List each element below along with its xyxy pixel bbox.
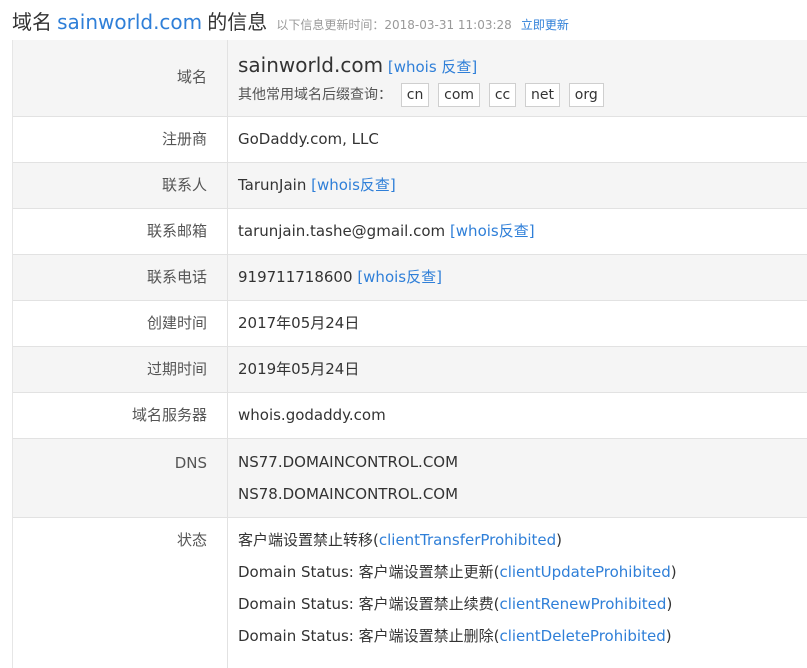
row-label: 联系人 [161, 176, 207, 194]
status-code-link[interactable]: clientUpdateProhibited [499, 563, 670, 581]
page-header: 域名 sainworld.com 的信息 以下信息更新时间：2018-03-31… [12, 6, 569, 36]
suffix-net[interactable]: net [525, 83, 560, 107]
status-text: ) [670, 563, 677, 581]
status-text: Domain Status: 客户端设置禁止续费( [238, 595, 500, 613]
update-now-link[interactable]: 立即更新 [521, 18, 569, 32]
status-line: 客户端设置禁止转移(clientTransferProhibited) [238, 524, 807, 556]
row-label: DNS [174, 454, 207, 472]
expires-value: 2019年05月24日 [227, 347, 807, 392]
status-line: Domain Status: 客户端设置禁止删除(clientDeletePro… [238, 620, 807, 652]
row-status: 状态 客户端设置禁止转移(clientTransferProhibited) D… [13, 518, 807, 668]
suffix-org[interactable]: org [568, 83, 604, 107]
suffix-cc[interactable]: cc [488, 83, 517, 107]
email-whois-link[interactable]: [whois反查] [450, 222, 535, 240]
header-domain: sainworld.com [57, 10, 203, 34]
status-text: ) [665, 627, 672, 645]
contact-value: TarunJain [238, 176, 307, 194]
row-label: 联系邮箱 [146, 222, 207, 240]
row-registrar: 注册商 GoDaddy.com, LLC [13, 117, 807, 163]
dns-server-1: NS77.DOMAINCONTROL.COM [238, 453, 459, 471]
row-whois-server: 域名服务器 whois.godaddy.com [13, 393, 807, 439]
row-label: 域名服务器 [131, 406, 207, 424]
status-line: Domain Status: 客户端设置禁止更新(clientUpdatePro… [238, 556, 807, 588]
row-label: 注册商 [161, 130, 207, 148]
row-label: 状态 [176, 531, 207, 549]
suffix-query-label: 其他常用域名后缀查询： [238, 87, 392, 103]
row-label: 域名 [176, 68, 207, 86]
suffix-cn[interactable]: cn [400, 83, 430, 107]
update-time: 以下信息更新时间：2018-03-31 11:03:28 [276, 18, 512, 32]
row-value: sainworld.com [whois 反查] 其他常用域名后缀查询： cn … [227, 40, 807, 116]
phone-whois-link[interactable]: [whois反查] [357, 268, 442, 286]
status-text: ) [556, 531, 563, 549]
suffix-com[interactable]: com [438, 83, 481, 107]
row-phone: 联系电话 919711718600 [whois反查] [13, 255, 807, 301]
whois-server-value: whois.godaddy.com [227, 393, 807, 438]
status-code-link[interactable]: clientDeleteProhibited [499, 627, 665, 645]
whois-reverse-link[interactable]: [whois 反查] [388, 58, 477, 76]
row-dns: DNS NS77.DOMAINCONTROL.COM NS78.DOMAINCO… [13, 439, 807, 518]
status-text: Domain Status: 客户端设置禁止更新( [238, 563, 500, 581]
row-email: 联系邮箱 tarunjain.tashe@gmail.com [whois反查] [13, 209, 807, 255]
row-contact: 联系人 TarunJain [whois反查] [13, 163, 807, 209]
row-value: tarunjain.tashe@gmail.com [whois反查] [227, 209, 807, 254]
contact-whois-link[interactable]: [whois反查] [311, 176, 396, 194]
row-value: NS77.DOMAINCONTROL.COM NS78.DOMAINCONTRO… [227, 439, 807, 517]
domain-value: sainworld.com [238, 53, 384, 77]
row-value: TarunJain [whois反查] [227, 163, 807, 208]
registrar-value: GoDaddy.com, LLC [227, 117, 807, 162]
status-code-link[interactable]: clientTransferProhibited [379, 531, 556, 549]
whois-table: 域名 sainworld.com [whois 反查] 其他常用域名后缀查询： … [12, 40, 807, 668]
status-code-link[interactable]: clientRenewProhibited [499, 595, 666, 613]
created-value: 2017年05月24日 [227, 301, 807, 346]
status-line: Domain Status: 客户端设置禁止续费(clientRenewProh… [238, 588, 807, 620]
row-label: 过期时间 [146, 360, 207, 378]
phone-value: 919711718600 [238, 268, 353, 286]
row-value: 919711718600 [whois反查] [227, 255, 807, 300]
email-value: tarunjain.tashe@gmail.com [238, 222, 446, 240]
row-label: 联系电话 [146, 268, 207, 286]
row-created: 创建时间 2017年05月24日 [13, 301, 807, 347]
row-domain: 域名 sainworld.com [whois 反查] 其他常用域名后缀查询： … [13, 40, 807, 117]
header-prefix: 域名 [12, 10, 52, 34]
status-text: ) [666, 595, 673, 613]
row-expires: 过期时间 2019年05月24日 [13, 347, 807, 393]
status-text: Domain Status: 客户端设置禁止删除( [238, 627, 500, 645]
status-text: 客户端设置禁止转移( [238, 531, 379, 549]
row-value: 客户端设置禁止转移(clientTransferProhibited) Doma… [227, 518, 807, 668]
header-suffix: 的信息 [207, 10, 268, 34]
row-label: 创建时间 [146, 314, 207, 332]
dns-server-2: NS78.DOMAINCONTROL.COM [238, 485, 459, 503]
